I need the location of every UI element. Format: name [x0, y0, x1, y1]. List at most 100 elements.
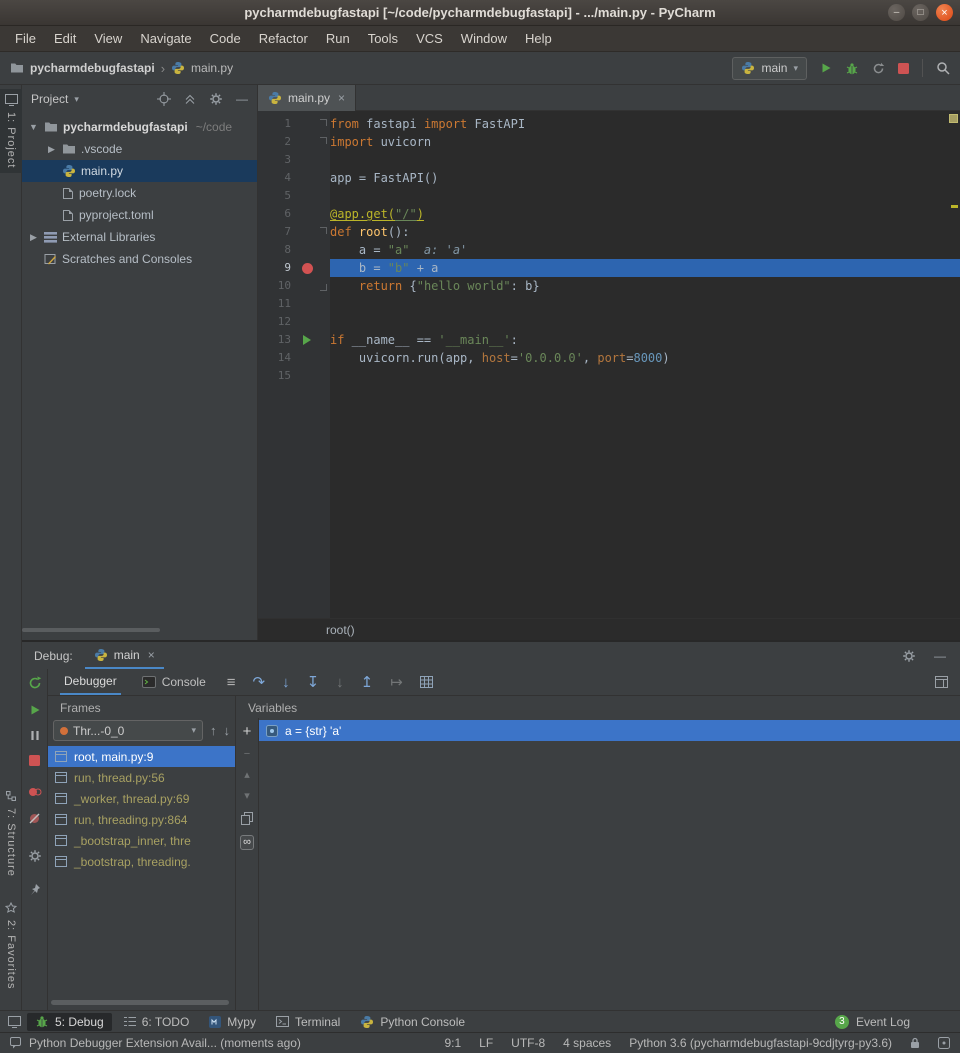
editor-breadcrumb[interactable]: root()	[326, 623, 355, 637]
debug-button[interactable]	[845, 62, 859, 75]
gutter-icon-area[interactable]	[298, 187, 316, 205]
gutter-icon-area[interactable]	[298, 313, 316, 331]
titlebar[interactable]: pycharmdebugfastapi [~/code/pycharmdebug…	[0, 0, 960, 26]
code-line-7[interactable]: 7def root():	[258, 223, 960, 241]
gutter-icon-area[interactable]	[298, 295, 316, 313]
horizontal-scrollbar[interactable]	[22, 628, 160, 632]
menu-file[interactable]: File	[6, 27, 45, 50]
notification-icon[interactable]	[10, 1037, 21, 1049]
hide-panel-icon[interactable]: —	[236, 92, 248, 106]
menu-edit[interactable]: Edit	[45, 27, 85, 50]
code-line-6[interactable]: 6@app.get("/")	[258, 205, 960, 223]
fold-marker[interactable]	[316, 133, 330, 151]
menu-navigate[interactable]: Navigate	[131, 27, 200, 50]
code-line-2[interactable]: 2import uvicorn	[258, 133, 960, 151]
variable-row[interactable]: a = {str} 'a'	[259, 720, 960, 741]
stop-button[interactable]	[898, 63, 909, 74]
step-out-icon[interactable]: ↥	[361, 675, 374, 690]
toolwindow-switcher-icon[interactable]	[8, 1016, 21, 1028]
status-message[interactable]: Python Debugger Extension Avail... (mome…	[29, 1036, 301, 1050]
fold-marker[interactable]	[316, 115, 330, 133]
breakpoint-icon[interactable]	[302, 263, 313, 274]
editor-tab-main-py[interactable]: main.py ×	[258, 85, 356, 111]
code-line-15[interactable]: 15	[258, 367, 960, 385]
chevron-down-icon[interactable]: ▾	[74, 94, 79, 105]
toolwindow-button-favorites[interactable]: 2: Favorites	[0, 897, 22, 994]
tab-console[interactable]: Console	[138, 669, 210, 695]
toolwindow-button-structure[interactable]: 7: Structure	[0, 785, 22, 882]
lock-icon[interactable]	[910, 1037, 920, 1049]
frame-row-run-thread-py-56[interactable]: run, thread.py:56	[48, 767, 235, 788]
pause-icon[interactable]	[30, 730, 40, 741]
project-panel-title[interactable]: Project	[31, 92, 68, 106]
toolwindow-button-terminal[interactable]: Terminal	[268, 1013, 348, 1031]
menu-window[interactable]: Window	[452, 27, 516, 50]
code-line-11[interactable]: 11	[258, 295, 960, 313]
move-down-icon[interactable]: ▾	[244, 791, 250, 802]
breadcrumb-file[interactable]: main.py	[191, 61, 233, 75]
run-arrow-icon[interactable]	[303, 335, 311, 345]
gutter-icon-area[interactable]	[298, 331, 316, 349]
gutter-icon-area[interactable]	[298, 205, 316, 223]
remove-watch-icon[interactable]: −	[244, 749, 250, 760]
run-to-cursor-icon[interactable]: ↦	[390, 675, 403, 690]
toolwindow-button-6-todo[interactable]: 6: TODO	[116, 1013, 198, 1031]
menu-help[interactable]: Help	[516, 27, 561, 50]
gutter-icon-area[interactable]	[298, 133, 316, 151]
gutter-icon-area[interactable]	[298, 259, 316, 277]
menu-view[interactable]: View	[85, 27, 131, 50]
tree-item-external-libraries[interactable]: ▶External Libraries	[22, 226, 257, 248]
code-line-4[interactable]: 4app = FastAPI()	[258, 169, 960, 187]
settings-gear-icon[interactable]	[28, 849, 42, 863]
evaluate-expression-icon[interactable]	[420, 676, 433, 688]
close-button[interactable]: ×	[936, 4, 953, 21]
code-line-8[interactable]: 8 a = "a" a: 'a'	[258, 241, 960, 259]
code-line-10[interactable]: 10 return {"hello world": b}	[258, 277, 960, 295]
code-line-13[interactable]: 13if __name__ == '__main__':	[258, 331, 960, 349]
tree-item-vscode[interactable]: ▶.vscode	[22, 138, 257, 160]
toolwindow-button-5-debug[interactable]: 5: Debug	[27, 1013, 112, 1031]
code-line-1[interactable]: 1from fastapi import FastAPI	[258, 115, 960, 133]
menu-tools[interactable]: Tools	[359, 27, 407, 50]
code-line-3[interactable]: 3	[258, 151, 960, 169]
force-step-into-icon[interactable]: ↓	[336, 675, 344, 690]
menu-vcs[interactable]: VCS	[407, 27, 452, 50]
tree-item-poetry-lock[interactable]: poetry.lock	[22, 182, 257, 204]
maximize-button[interactable]: □	[912, 4, 929, 21]
search-icon[interactable]	[936, 61, 950, 75]
indent-setting[interactable]: 4 spaces	[563, 1036, 611, 1050]
restore-layout-icon[interactable]	[935, 676, 948, 688]
gear-icon[interactable]	[902, 649, 916, 663]
step-into-my-code-icon[interactable]: ↧	[307, 675, 320, 690]
frame-row-worker-thread-py-69[interactable]: _worker, thread.py:69	[48, 788, 235, 809]
toolwindow-button-mypy[interactable]: Mypy	[201, 1013, 264, 1031]
frame-row-bootstrap-threading[interactable]: _bootstrap, threading.	[48, 851, 235, 872]
resume-icon[interactable]	[29, 704, 41, 716]
fold-marker[interactable]	[316, 277, 330, 295]
show-return-values-icon[interactable]: ∞	[240, 835, 254, 850]
gutter-icon-area[interactable]	[298, 169, 316, 187]
gutter-icon-area[interactable]	[298, 241, 316, 259]
code-line-5[interactable]: 5	[258, 187, 960, 205]
menu-refactor[interactable]: Refactor	[250, 27, 317, 50]
gutter-icon-area[interactable]	[298, 115, 316, 133]
gutter-icon-area[interactable]	[298, 277, 316, 295]
gear-icon[interactable]	[209, 92, 223, 106]
previous-frame-icon[interactable]: ↑	[210, 723, 217, 738]
debug-session-tab[interactable]: main ×	[85, 642, 164, 669]
step-into-icon[interactable]: ↓	[282, 675, 290, 690]
warning-stripe-mark[interactable]	[951, 205, 958, 208]
collapse-all-icon[interactable]	[184, 93, 196, 105]
frame-row-bootstrap-inner-thre[interactable]: _bootstrap_inner, thre	[48, 830, 235, 851]
toolwindow-button-python-console[interactable]: Python Console	[352, 1013, 473, 1031]
tree-item-main-py[interactable]: main.py	[22, 160, 257, 182]
file-encoding[interactable]: UTF-8	[511, 1036, 545, 1050]
step-over-icon[interactable]: ↷	[253, 675, 266, 690]
event-log-button[interactable]: 3 Event Log	[835, 1015, 952, 1029]
frame-row-root-main-py-9[interactable]: root, main.py:9	[48, 746, 235, 767]
chevron-right-icon[interactable]: ▶	[28, 232, 39, 243]
gutter-icon-area[interactable]	[298, 151, 316, 169]
tab-debugger[interactable]: Debugger	[60, 669, 121, 695]
gutter-icon-area[interactable]	[298, 367, 316, 385]
highlighting-level-icon[interactable]	[938, 1037, 950, 1049]
